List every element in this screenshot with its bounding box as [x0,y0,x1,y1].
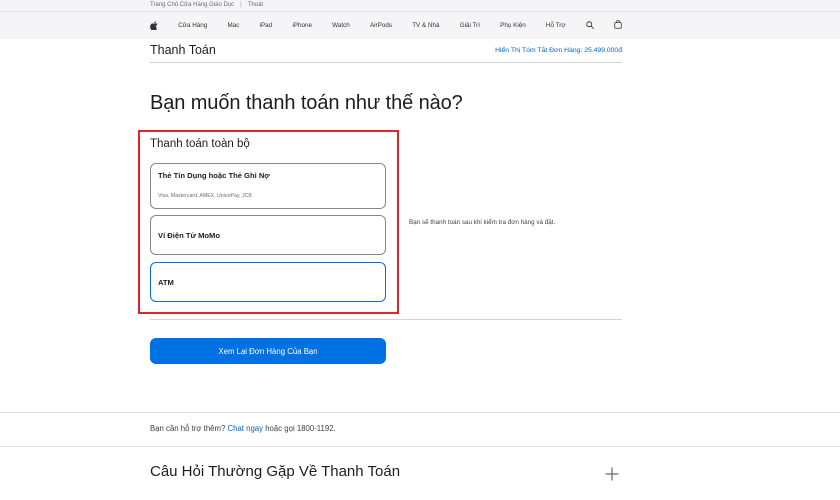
nav-item-store[interactable]: Cửa Hàng [178,22,207,29]
search-icon[interactable] [585,20,594,31]
checkout-header: Thanh Toán Hiển Thị Tóm Tắt Đơn Hàng: 25… [150,39,622,63]
apple-logo-icon[interactable] [150,21,158,30]
page-title: Thanh Toán [150,43,216,57]
pay-in-full-title: Thanh toán toàn bộ [150,138,250,150]
topbar-separator: | [240,2,242,8]
help-text: Bạn cần hỗ trợ thêm? Chat ngay hoặc gọi … [150,424,336,433]
payment-method-heading: Bạn muốn thanh toán như thế nào? [150,92,463,114]
payment-option-title: Thẻ Tín Dụng hoặc Thẻ Ghi Nợ [158,171,270,180]
section-divider [0,446,840,447]
shopping-bag-icon[interactable] [614,20,622,31]
faq-title[interactable]: Câu Hỏi Thường Gặp Về Thanh Toán [150,463,400,480]
nav-item-accessories[interactable]: Phụ Kiện [500,22,526,29]
review-order-button[interactable]: Xem Lại Đơn Hàng Của Bạn [150,338,386,364]
nav-item-mac[interactable]: Mac [227,22,239,29]
global-nav: Cửa Hàng Mac iPad iPhone Watch AirPods T… [0,12,840,39]
nav-item-entertainment[interactable]: Giải Trí [460,22,480,29]
payment-option-atm[interactable]: ATM [150,262,386,302]
global-nav-list: Cửa Hàng Mac iPad iPhone Watch AirPods T… [150,12,622,39]
order-summary-link[interactable]: Hiển Thị Tóm Tắt Đơn Hàng: 25.499.000đ [495,47,622,54]
help-suffix: hoặc gọi 1800-1192. [265,424,336,433]
chat-now-link[interactable]: Chat ngay [228,424,264,433]
store-home-link[interactable]: Trang Chủ Cửa Hàng Giáo Dục [150,2,234,8]
help-prefix: Bạn cần hỗ trợ thêm? [150,424,226,433]
payment-option-subtitle: Visa, Mastercard, AMEX, UnionPay, JCB [158,193,252,199]
payment-option-title: Ví Điện Tử MoMo [158,231,221,240]
nav-item-watch[interactable]: Watch [332,22,350,29]
plus-icon[interactable] [604,466,620,482]
top-utility-bar: Trang Chủ Cửa Hàng Giáo Dục | Thoát [0,0,840,12]
nav-item-tv-home[interactable]: TV & Nhà [412,22,439,29]
nav-item-ipad[interactable]: iPad [260,22,273,29]
logout-link[interactable]: Thoát [248,2,263,8]
payment-info-note: Bạn sẽ thanh toán sau khi kiểm tra đơn h… [409,219,556,226]
nav-item-airpods[interactable]: AirPods [370,22,392,29]
payment-option-momo[interactable]: Ví Điện Tử MoMo [150,215,386,255]
section-divider [150,319,622,320]
top-utility-links: Trang Chủ Cửa Hàng Giáo Dục | Thoát [150,1,263,10]
payment-option-card[interactable]: Thẻ Tín Dụng hoặc Thẻ Ghi Nợ Visa, Maste… [150,163,386,209]
nav-item-support[interactable]: Hỗ Trợ [546,22,566,29]
payment-option-title: ATM [158,278,174,287]
nav-item-iphone[interactable]: iPhone [292,22,312,29]
section-divider [0,412,840,413]
